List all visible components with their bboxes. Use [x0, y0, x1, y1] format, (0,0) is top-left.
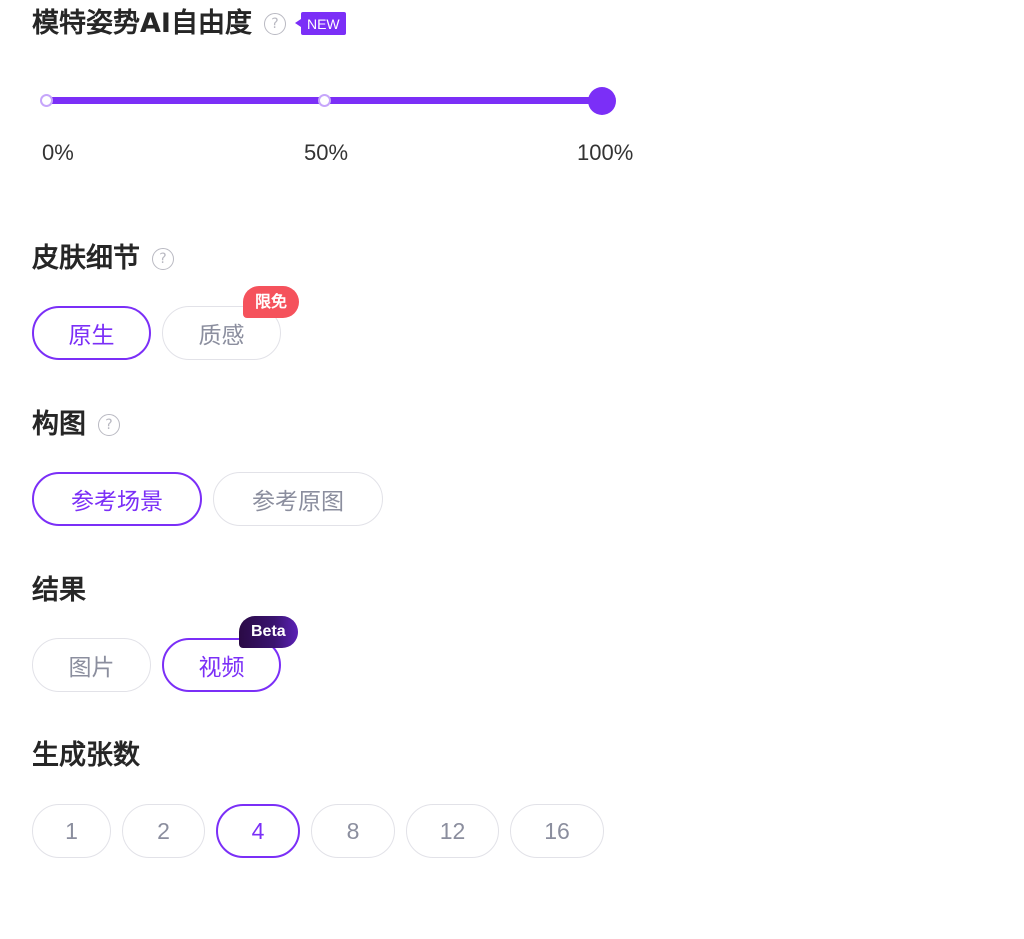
pose-freedom-header: 模特姿势AI自由度 ? NEW: [32, 10, 346, 37]
help-icon[interactable]: ?: [263, 12, 286, 35]
freedom-slider-handle[interactable]: [588, 87, 616, 115]
slider-label-max: 100%: [577, 140, 634, 165]
count-option-12[interactable]: 12: [406, 804, 499, 858]
free-badge: 限免: [243, 286, 300, 318]
slider-stop-50[interactable]: [317, 94, 331, 107]
count-option-16[interactable]: 16: [510, 804, 604, 858]
count-option-8[interactable]: 8: [311, 804, 395, 858]
pose-freedom-title: 模特姿势AI自由度: [32, 8, 252, 39]
help-icon[interactable]: ?: [152, 247, 174, 270]
composition-title: 构图: [32, 409, 86, 440]
skin-option-native[interactable]: 原生: [32, 306, 151, 360]
count-header: 生成张数: [32, 742, 140, 769]
result-title: 结果: [32, 575, 86, 606]
result-header: 结果: [32, 577, 86, 604]
slider-label-mid: 50%: [304, 140, 349, 165]
slider-stop-0[interactable]: [39, 94, 53, 107]
count-option-4[interactable]: 4: [216, 804, 300, 858]
count-option-2[interactable]: 2: [122, 804, 205, 858]
slider-label-min: 0%: [42, 140, 74, 165]
composition-option-reference-original[interactable]: 参考原图: [213, 472, 383, 526]
result-option-image[interactable]: 图片: [32, 638, 151, 692]
composition-option-reference-scene[interactable]: 参考场景: [32, 472, 202, 526]
beta-badge: Beta: [239, 616, 298, 648]
help-icon[interactable]: ?: [98, 413, 120, 436]
new-badge: NEW: [294, 12, 346, 35]
composition-header: 构图 ?: [32, 411, 120, 438]
count-option-1[interactable]: 1: [32, 804, 111, 858]
count-title: 生成张数: [32, 740, 140, 771]
skin-detail-header: 皮肤细节 ?: [32, 245, 174, 272]
skin-detail-title: 皮肤细节: [32, 243, 140, 274]
